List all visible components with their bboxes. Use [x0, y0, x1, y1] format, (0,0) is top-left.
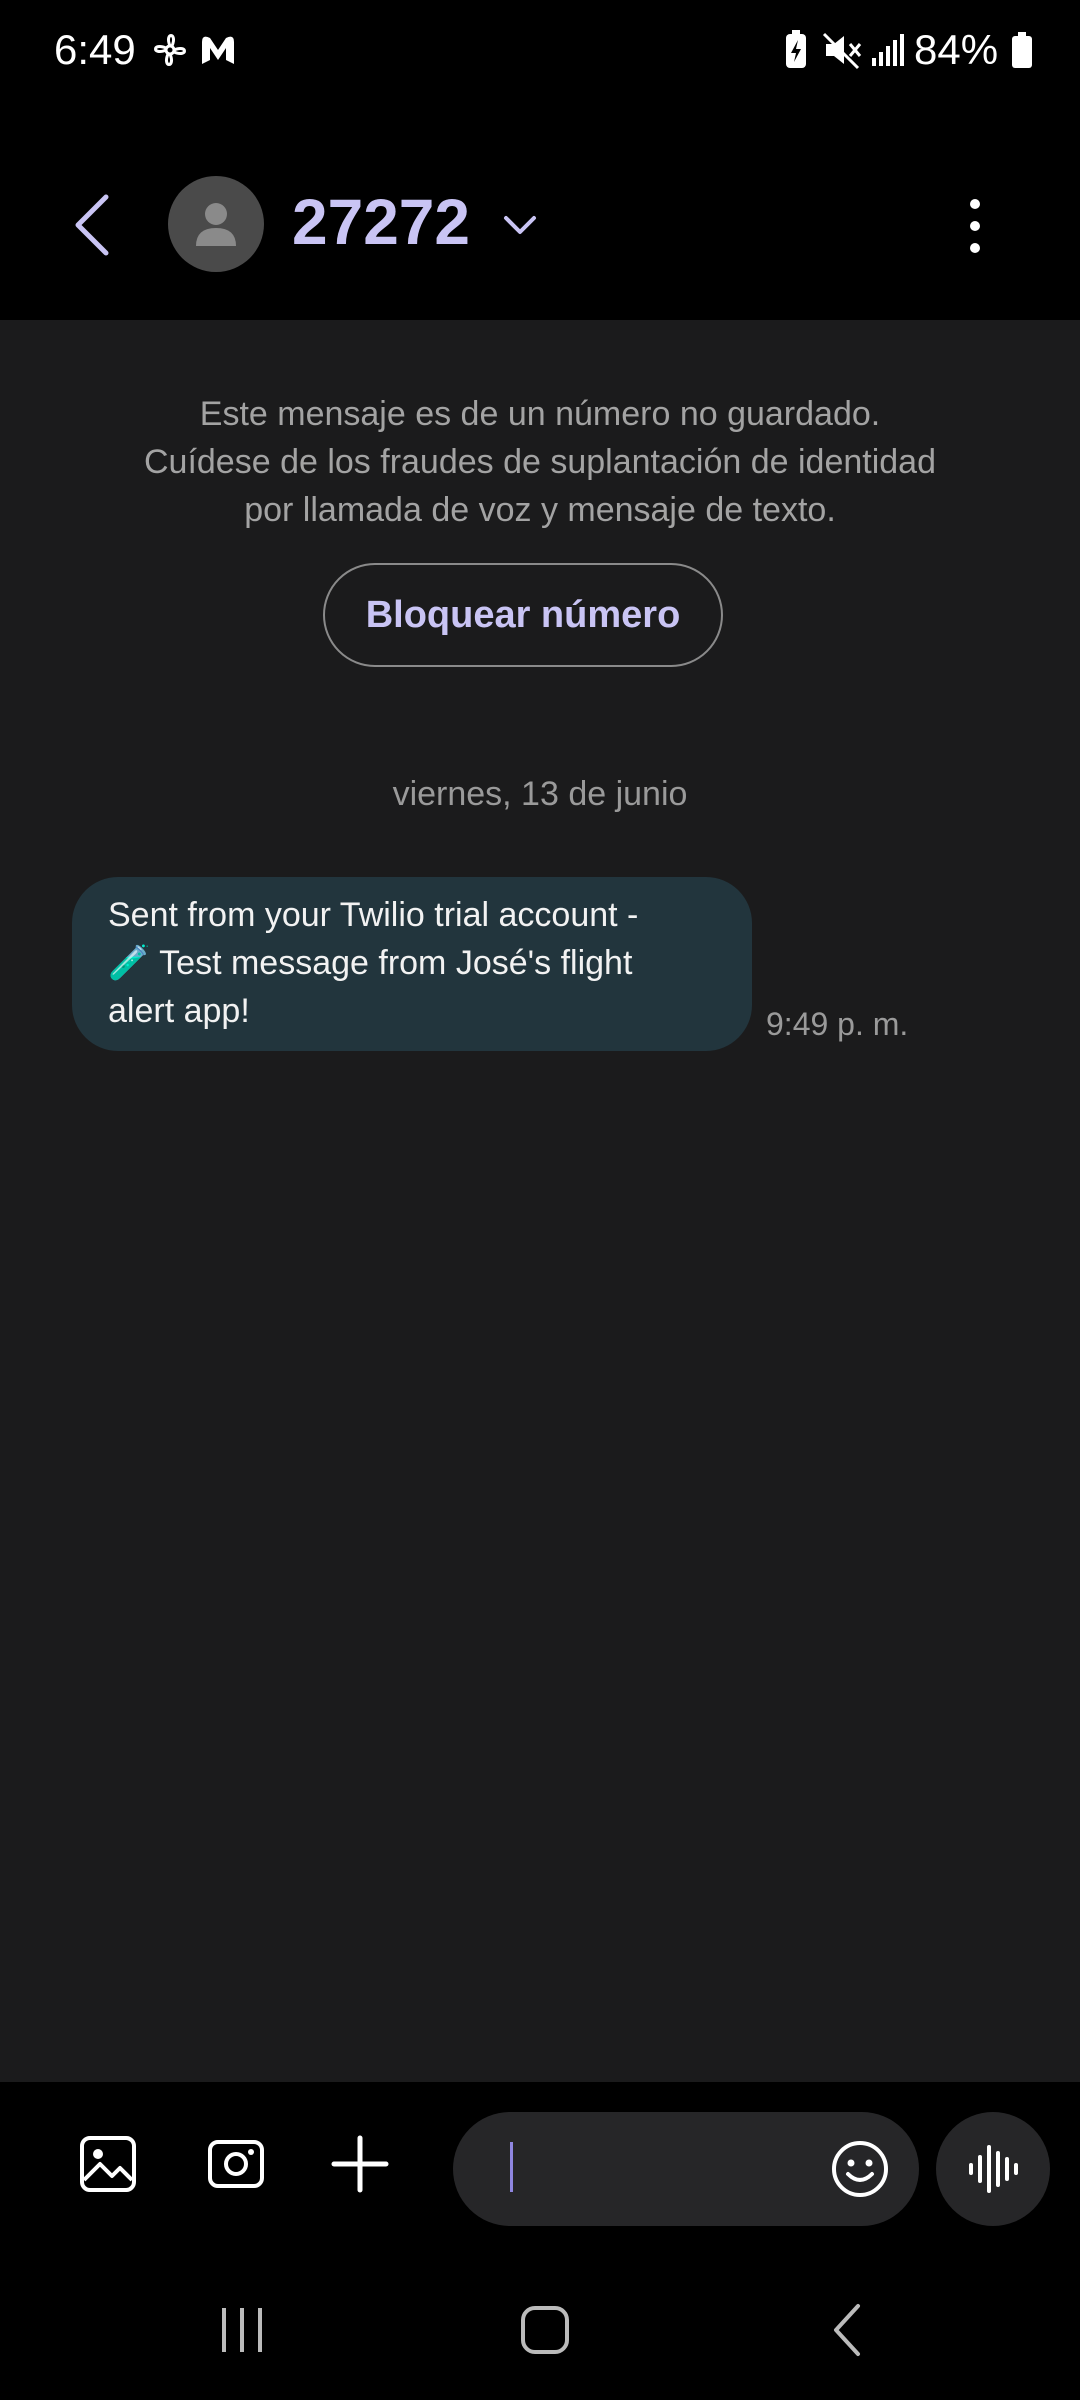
message-composer — [0, 2082, 1080, 2250]
status-bar: 6:49 84% — [0, 0, 1080, 100]
notice-line: por llamada de voz y mensaje de texto. — [244, 491, 836, 529]
message-input[interactable] — [503, 2142, 807, 2198]
voice-waveform-icon — [969, 2145, 1018, 2193]
message-timestamp: 9:49 p. m. — [766, 1006, 909, 1042]
system-back-button[interactable] — [808, 2290, 888, 2370]
back-icon — [834, 2304, 860, 2356]
camera-button[interactable] — [198, 2126, 274, 2202]
emoji-button[interactable] — [829, 2138, 891, 2200]
contact-name[interactable]: 27272 — [292, 180, 470, 264]
signal-icon — [866, 28, 910, 72]
back-button[interactable] — [60, 180, 124, 270]
date-separator: viernes, 13 de junio — [392, 775, 688, 813]
malwarebytes-icon — [196, 28, 240, 72]
home-button[interactable] — [505, 2290, 585, 2370]
avatar[interactable] — [168, 176, 264, 272]
voice-input-button[interactable] — [936, 2112, 1050, 2226]
back-arrow-icon — [75, 194, 109, 256]
more-options-button[interactable] — [950, 186, 1000, 266]
message-line: Sent from your Twilio trial account - — [108, 896, 639, 934]
message-line: alert app! — [108, 992, 250, 1030]
avatar-person-icon — [196, 203, 236, 246]
status-time: 6:49 — [54, 26, 136, 73]
gallery-button[interactable] — [70, 2126, 146, 2202]
attach-button[interactable] — [322, 2126, 398, 2202]
recent-apps-button[interactable] — [202, 2290, 282, 2370]
messages-screen: 6:49 84% 27272 Este mensaje es de un núm… — [0, 0, 1080, 2400]
battery-percent: 84% — [914, 26, 999, 73]
message-input-container[interactable] — [453, 2112, 919, 2226]
emoji-icon — [832, 2141, 888, 2197]
chevron-down-icon — [504, 216, 536, 234]
battery-icon — [1000, 28, 1044, 72]
message-line: 🧪 Test message from José's flight — [108, 944, 633, 982]
conversation-header: 27272 — [0, 100, 1080, 320]
incoming-message-bubble[interactable]: Sent from your Twilio trial account - 🧪 … — [72, 877, 752, 1051]
contact-details-toggle[interactable] — [500, 204, 540, 244]
system-navigation-bar — [0, 2250, 1080, 2400]
recent-apps-icon — [222, 2308, 262, 2352]
notice-line: Este mensaje es de un número no guardado… — [199, 395, 881, 433]
mute-icon — [820, 28, 864, 72]
unsaved-number-notice: Este mensaje es de un número no guardado… — [80, 390, 1000, 534]
plus-icon — [331, 2135, 389, 2193]
fan-icon — [148, 28, 192, 72]
camera-icon — [208, 2140, 264, 2188]
gallery-icon — [80, 2136, 136, 2192]
message-thread[interactable]: Este mensaje es de un número no guardado… — [0, 320, 1080, 2082]
text-cursor — [510, 2142, 513, 2192]
more-options-icon — [970, 199, 980, 253]
battery-saver-icon — [774, 28, 818, 72]
home-icon — [521, 2306, 569, 2354]
notice-line: Cuídese de los fraudes de suplantación d… — [143, 443, 936, 481]
block-number-button[interactable]: Bloquear número — [323, 563, 723, 667]
